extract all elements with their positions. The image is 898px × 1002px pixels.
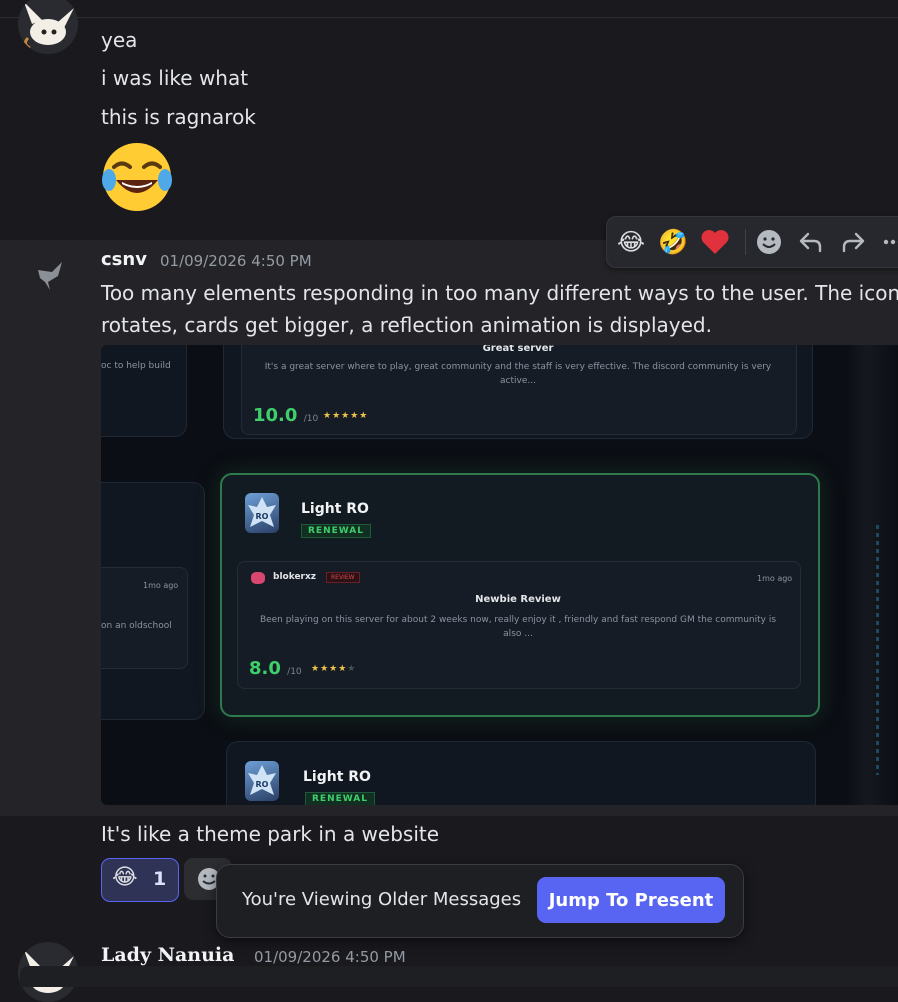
older-messages-text: You're Viewing Older Messages xyxy=(242,889,521,910)
composer-edge xyxy=(20,966,898,987)
server-name: Light RO xyxy=(303,769,371,785)
reply-icon xyxy=(798,229,824,255)
quick-reaction-button[interactable] xyxy=(699,226,731,258)
server-logo-icon: RO xyxy=(245,761,279,801)
filled-stars: ★★★★ xyxy=(311,664,347,674)
review-body: active... xyxy=(251,374,785,388)
divider xyxy=(745,229,746,255)
review-score: 8.0 /10 xyxy=(249,658,302,679)
score-value: 10.0 xyxy=(253,405,297,426)
add-reaction-icon xyxy=(755,228,783,256)
reviewer-name: blokerxz xyxy=(273,572,316,582)
more-button[interactable] xyxy=(877,226,898,258)
svg-text:RO: RO xyxy=(256,512,269,521)
reply-button[interactable] xyxy=(795,226,827,258)
image-attachment[interactable]: oc to help build Great server It's a gre… xyxy=(101,345,898,805)
review-body: also ... xyxy=(247,627,789,641)
score-suffix: /10 xyxy=(304,414,318,424)
username[interactable]: Lady Nanuia xyxy=(101,944,234,966)
message-line: this is ragnarok xyxy=(101,105,256,129)
heart-icon xyxy=(700,228,730,256)
star-rating: ★★★★★ xyxy=(323,411,368,421)
message-line: Too many elements responding in too many… xyxy=(101,281,898,305)
bird-avatar-icon xyxy=(30,256,70,296)
review-time: 1mo ago xyxy=(143,581,178,590)
server-name: Light RO xyxy=(301,501,369,517)
review-title: Newbie Review xyxy=(237,593,799,607)
star-rating: ★★★★★ xyxy=(311,664,356,674)
avatar-art-icon xyxy=(18,0,78,54)
message-line: rotates, cards get bigger, a reflection … xyxy=(101,313,712,337)
server-card xyxy=(101,345,187,437)
avatar[interactable] xyxy=(18,0,78,54)
svg-text:RO: RO xyxy=(256,780,269,789)
forward-button[interactable] xyxy=(837,226,869,258)
score-value: 8.0 xyxy=(249,658,281,679)
avatar[interactable] xyxy=(30,256,70,296)
username[interactable]: csnv xyxy=(101,249,147,270)
reaction-pill[interactable]: 😂 1 xyxy=(101,858,179,902)
review-body: Been playing on this server for about 2 … xyxy=(247,613,789,627)
review-box xyxy=(241,345,797,435)
forward-icon xyxy=(840,229,866,255)
reviewer-avatar xyxy=(251,572,265,584)
older-messages-bar: You're Viewing Older Messages Jump To Pr… xyxy=(216,864,744,938)
message-line: yea xyxy=(101,28,137,52)
empty-star: ★ xyxy=(347,664,356,674)
more-icon xyxy=(880,229,898,255)
quick-reaction-button[interactable]: 🤣 xyxy=(657,226,689,258)
renewal-badge: RENEWAL xyxy=(301,524,371,538)
review-score: 10.0 /10 xyxy=(253,405,318,426)
message-line: It's like a theme park in a website xyxy=(101,822,439,846)
reviewer-badge: REVIEW xyxy=(326,572,360,583)
timestamp: 01/09/2026 4:50 PM xyxy=(254,948,406,966)
reaction-emoji: 😂 xyxy=(112,865,138,890)
review-body: It's a great server where to play, great… xyxy=(251,360,785,374)
timestamp: 01/09/2026 4:50 PM xyxy=(160,252,312,270)
page-edge xyxy=(846,345,898,805)
card-snippet: oc to help build xyxy=(101,361,171,371)
score-suffix: /10 xyxy=(287,667,301,677)
message-actions-toolbar: 😂 🤣 xyxy=(606,216,898,268)
review-time: 1mo ago xyxy=(757,574,792,583)
divider xyxy=(0,17,898,18)
jump-to-present-button[interactable]: Jump To Present xyxy=(537,877,725,923)
laughing-emoji xyxy=(100,140,174,214)
add-reaction-button[interactable] xyxy=(753,226,785,258)
server-logo-icon: RO xyxy=(245,493,279,533)
review-title: Great server xyxy=(241,345,795,356)
quick-reaction-button[interactable]: 😂 xyxy=(615,226,647,258)
card-snippet: on an oldschool xyxy=(101,621,172,631)
message-line: i was like what xyxy=(101,66,248,90)
reaction-count: 1 xyxy=(153,868,166,890)
scroll-strip xyxy=(876,525,879,775)
renewal-badge: RENEWAL xyxy=(305,792,375,805)
